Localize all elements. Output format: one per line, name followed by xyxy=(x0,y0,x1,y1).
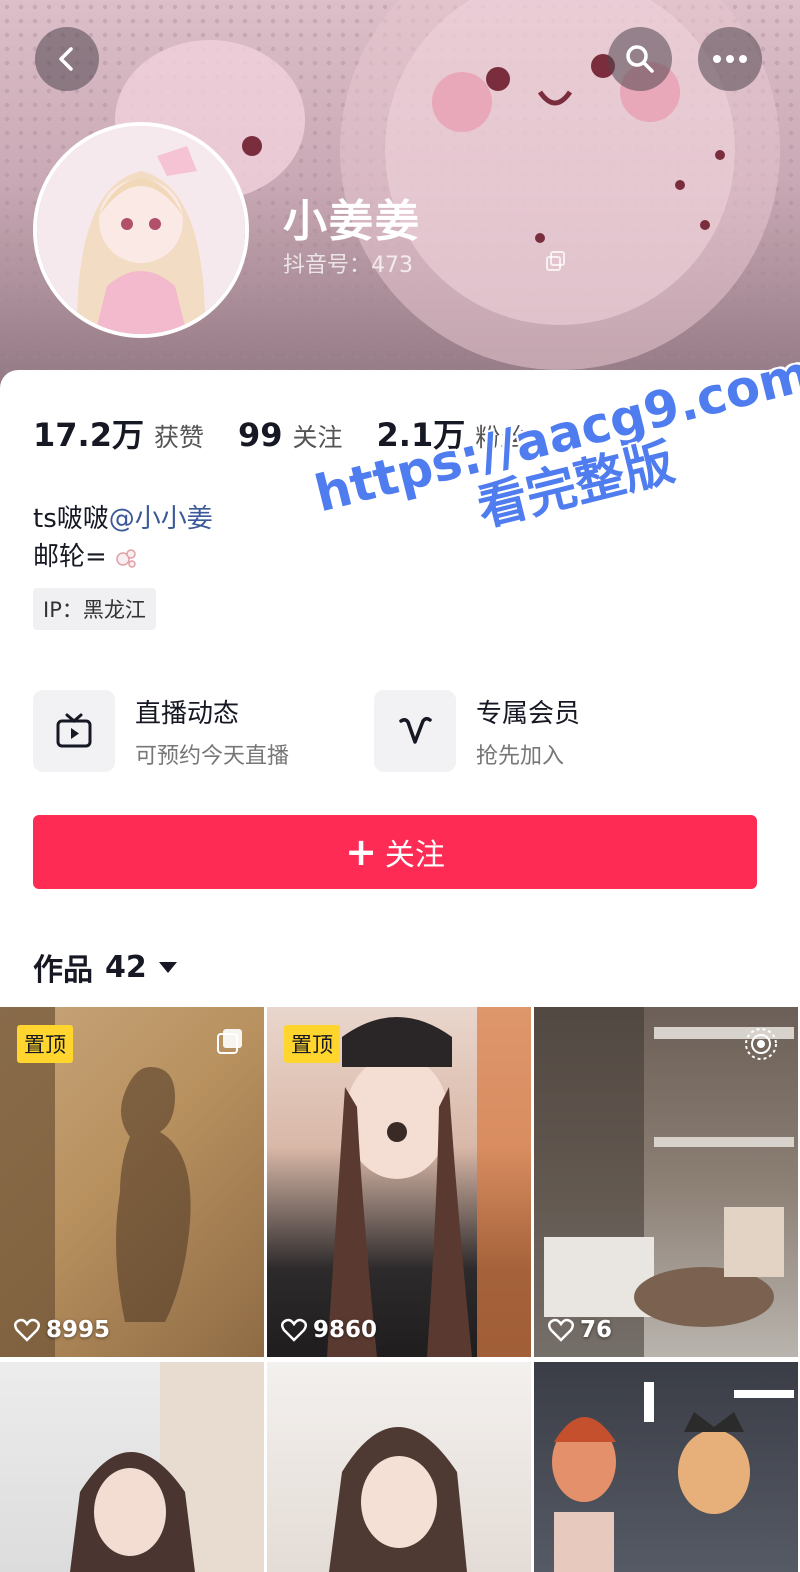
likes-count: 8995 xyxy=(14,1317,110,1343)
heart-icon xyxy=(548,1318,574,1342)
bio-mention-link[interactable]: @小小姜 xyxy=(109,504,213,534)
nickname: 小姜姜 xyxy=(283,196,421,247)
bio-email-label: 邮轮= xyxy=(33,542,107,572)
video-thumb[interactable]: 置顶 8995 xyxy=(0,1007,264,1357)
feature-live[interactable]: 直播动态 可预约今天直播 xyxy=(33,690,289,772)
chevron-left-icon xyxy=(59,47,73,71)
works-count: 42 xyxy=(105,949,147,985)
pinned-badge: 置顶 xyxy=(284,1025,340,1063)
search-button[interactable] xyxy=(608,27,672,91)
stat-value: 99 xyxy=(237,416,283,454)
back-button[interactable] xyxy=(35,27,99,91)
feature-title: 直播动态 xyxy=(135,698,240,729)
likes-value: 8995 xyxy=(46,1317,111,1343)
feature-title: 专属会员 xyxy=(476,698,581,729)
likes-count: 76 xyxy=(548,1317,612,1343)
live-photo-icon xyxy=(745,1028,777,1060)
thumbnail-art xyxy=(552,1382,794,1572)
heart-icon xyxy=(14,1318,40,1342)
more-dots-icon xyxy=(713,55,747,63)
video-thumb[interactable]: 76 xyxy=(534,1007,798,1357)
feature-text: 直播动态 可预约今天直播 xyxy=(135,693,289,770)
bio: ts啵啵@小小姜 邮轮= xyxy=(33,500,213,576)
pinned-badge: 置顶 xyxy=(17,1025,73,1063)
ip-location-tag: IP：黑龙江 xyxy=(33,588,156,630)
douyin-id: 抖音号：473 xyxy=(283,253,413,278)
search-icon xyxy=(626,45,654,73)
feature-subtitle: 抢先加入 xyxy=(476,743,565,769)
bio-text: ts啵啵 xyxy=(33,504,109,534)
bio-line-1: ts啵啵@小小姜 xyxy=(33,500,213,538)
video-thumb[interactable]: 置顶 9860 xyxy=(267,1007,531,1357)
likes-value: 76 xyxy=(580,1317,613,1343)
feature-subtitle: 可预约今天直播 xyxy=(135,743,290,769)
follow-button-label: 关注 xyxy=(384,838,445,873)
works-tab-label: 作品 xyxy=(33,953,93,988)
v-icon xyxy=(399,716,432,744)
feature-membership[interactable]: 专属会员 抢先加入 xyxy=(374,690,580,772)
stat-label: 关注 xyxy=(292,423,343,452)
multi-image-icon xyxy=(217,1029,242,1054)
feature-icon-box xyxy=(374,690,456,772)
stat-likes[interactable]: 17.2万 获赞 xyxy=(33,410,204,456)
tv-icon xyxy=(56,713,92,748)
plus-icon: + xyxy=(345,830,377,874)
caret-down-icon xyxy=(158,961,177,973)
video-thumb[interactable] xyxy=(534,1362,798,1572)
thumbnail-art xyxy=(329,1427,467,1572)
stat-value: 17.2万 xyxy=(33,416,144,454)
more-button[interactable] xyxy=(698,27,762,91)
bubble-emoji-icon xyxy=(116,548,136,568)
avatar[interactable] xyxy=(33,122,249,338)
feature-icon-box xyxy=(33,690,115,772)
copy-icon[interactable] xyxy=(545,250,567,272)
likes-count: 9860 xyxy=(281,1317,377,1343)
video-thumb[interactable] xyxy=(267,1362,531,1572)
likes-value: 9860 xyxy=(313,1317,378,1343)
thumbnail-art xyxy=(70,1362,264,1572)
video-thumb[interactable] xyxy=(0,1362,264,1572)
works-tab[interactable]: 作品 42 xyxy=(33,945,177,989)
heart-icon xyxy=(281,1318,307,1342)
stat-label: 获赞 xyxy=(153,423,204,452)
follow-button[interactable]: + 关注 xyxy=(33,815,757,889)
bio-line-2: 邮轮= xyxy=(33,538,213,576)
feature-text: 专属会员 抢先加入 xyxy=(476,693,580,770)
stat-following[interactable]: 99 关注 xyxy=(238,416,343,454)
profile-banner: 小姜姜 抖音号：473 xyxy=(0,0,800,400)
avatar-illustration xyxy=(37,126,245,334)
